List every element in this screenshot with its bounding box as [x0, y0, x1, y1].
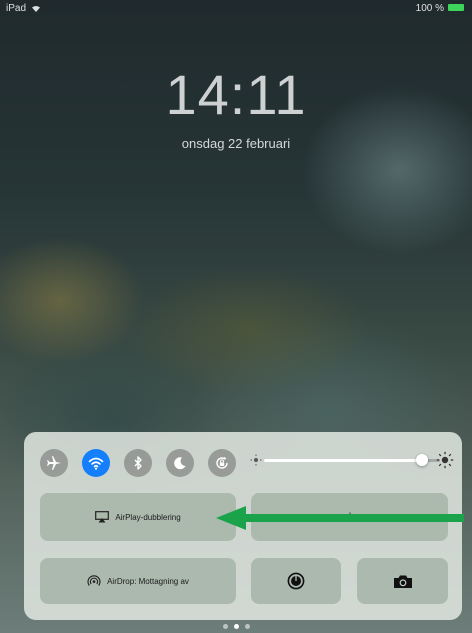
airdrop-button[interactable]: AirDrop: Mottagning av — [40, 558, 236, 604]
airplay-mirroring-button[interactable]: AirPlay-dubblering — [40, 493, 236, 541]
carrier-label: iPad — [6, 3, 40, 14]
airplane-mode-toggle[interactable] — [40, 449, 68, 477]
moon-icon — [174, 457, 186, 470]
airdrop-icon — [87, 575, 101, 586]
airdrop-label: AirDrop: Mottagning av — [107, 576, 189, 586]
lock-screen-date: onsdag 22 februari — [181, 136, 291, 151]
page-indicator — [220, 624, 256, 630]
camera-icon — [393, 575, 412, 588]
airplay-icon — [95, 511, 110, 523]
airplane-icon — [47, 456, 61, 470]
lock-screen-time: 14:11 — [165, 63, 307, 126]
brightness-slider[interactable] — [246, 450, 456, 470]
camera-button[interactable] — [357, 558, 448, 604]
page-dot — [223, 624, 228, 629]
brightness-low-icon — [250, 454, 262, 466]
brightness-fill — [264, 459, 423, 462]
bluetooth-icon — [134, 456, 142, 470]
page-dot — [245, 624, 250, 629]
airplay-label: AirPlay-dubblering — [115, 512, 181, 522]
timer-icon — [287, 572, 305, 590]
brightness-thumb[interactable] — [416, 454, 429, 466]
brightness-high-icon — [436, 451, 454, 469]
rotation-lock-icon — [216, 456, 228, 469]
wifi-status-icon — [31, 5, 40, 12]
bluetooth-toggle[interactable] — [124, 449, 152, 477]
wifi-icon — [88, 457, 104, 470]
wifi-toggle[interactable] — [82, 449, 110, 477]
status-bar: iPad 100 % — [0, 0, 472, 18]
battery-icon — [448, 4, 464, 11]
timer-button[interactable] — [251, 558, 341, 604]
battery-percentage: 100 % — [415, 3, 444, 14]
brightness-track[interactable] — [264, 459, 440, 462]
rotation-lock-toggle[interactable] — [208, 449, 236, 477]
page-dot-current — [234, 624, 239, 629]
annotation-arrow — [216, 506, 464, 530]
do-not-disturb-toggle[interactable] — [166, 449, 194, 477]
